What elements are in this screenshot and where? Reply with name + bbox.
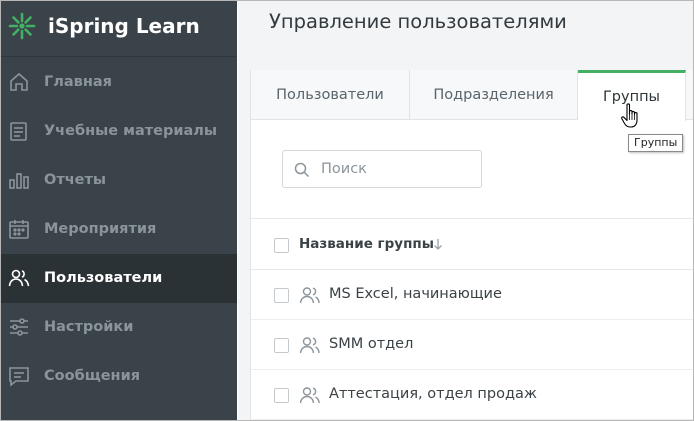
- sidebar-item-messages[interactable]: Сообщения: [1, 352, 237, 401]
- app-name: iSpring Learn: [48, 14, 200, 38]
- sidebar-item-users[interactable]: Пользователи: [1, 254, 237, 303]
- group-icon: [299, 287, 320, 304]
- hand-cursor-icon: [621, 103, 638, 128]
- table-row[interactable]: MS Excel, начинающие: [251, 270, 693, 320]
- table-header: Название группы: [251, 218, 693, 270]
- sidebar: iSpring Learn Главная Учебные материалы: [1, 1, 237, 420]
- tooltip: Группы: [628, 134, 684, 152]
- sidebar-item-reports[interactable]: Отчеты: [1, 156, 237, 205]
- sidebar-item-label: Мероприятия: [44, 221, 157, 237]
- search-input[interactable]: Поиск: [282, 150, 482, 188]
- users-icon: [8, 269, 30, 287]
- logo[interactable]: iSpring Learn: [1, 1, 237, 57]
- table-row[interactable]: Аттестация, отдел продаж: [251, 370, 693, 420]
- row-checkbox[interactable]: [274, 388, 289, 403]
- app-window: iSpring Learn Главная Учебные материалы: [0, 0, 694, 421]
- home-icon: [10, 72, 28, 91]
- sidebar-item-home[interactable]: Главная: [1, 58, 237, 107]
- tab-departments[interactable]: Подразделения: [410, 70, 578, 120]
- sidebar-item-label: Сообщения: [44, 368, 141, 384]
- search-icon: [294, 162, 310, 178]
- sidebar-item-label: Настройки: [44, 319, 134, 335]
- page-title: Управление пользователями: [269, 10, 567, 33]
- sidebar-item-materials[interactable]: Учебные материалы: [1, 107, 237, 156]
- sidebar-nav: Главная Учебные материалы Отчеты Меропри…: [1, 58, 237, 401]
- tab-users[interactable]: Пользователи: [251, 70, 410, 120]
- group-name[interactable]: Аттестация, отдел продаж: [329, 386, 537, 402]
- row-checkbox[interactable]: [274, 338, 289, 353]
- row-checkbox[interactable]: [274, 288, 289, 303]
- sidebar-item-label: Пользователи: [44, 270, 163, 286]
- sliders-icon: [10, 318, 28, 336]
- group-name[interactable]: SMM отдел: [329, 336, 413, 352]
- select-all-checkbox[interactable]: [274, 238, 289, 253]
- group-icon: [299, 387, 320, 404]
- calendar-icon: [9, 220, 29, 239]
- logo-mark-icon: [8, 12, 36, 40]
- group-name[interactable]: MS Excel, начинающие: [329, 286, 502, 302]
- bar-chart-icon: [9, 173, 29, 189]
- sidebar-item-label: Учебные материалы: [44, 123, 218, 139]
- column-header-group-name[interactable]: Название группы: [299, 236, 434, 252]
- table-row[interactable]: SMM отдел: [251, 320, 693, 370]
- sidebar-item-events[interactable]: Мероприятия: [1, 205, 237, 254]
- sidebar-item-label: Главная: [44, 74, 112, 90]
- sidebar-item-label: Отчеты: [44, 172, 107, 188]
- documents-icon: [10, 122, 27, 141]
- search-placeholder: Поиск: [321, 161, 367, 177]
- main-content: Управление пользователями Пользователи П…: [238, 1, 693, 420]
- message-icon: [9, 367, 29, 387]
- sort-arrow-down-icon[interactable]: [432, 237, 444, 251]
- groups-table: Название группы MS Excel, начинающие SMM…: [251, 218, 693, 420]
- group-icon: [299, 337, 320, 354]
- sidebar-item-settings[interactable]: Настройки: [1, 303, 237, 352]
